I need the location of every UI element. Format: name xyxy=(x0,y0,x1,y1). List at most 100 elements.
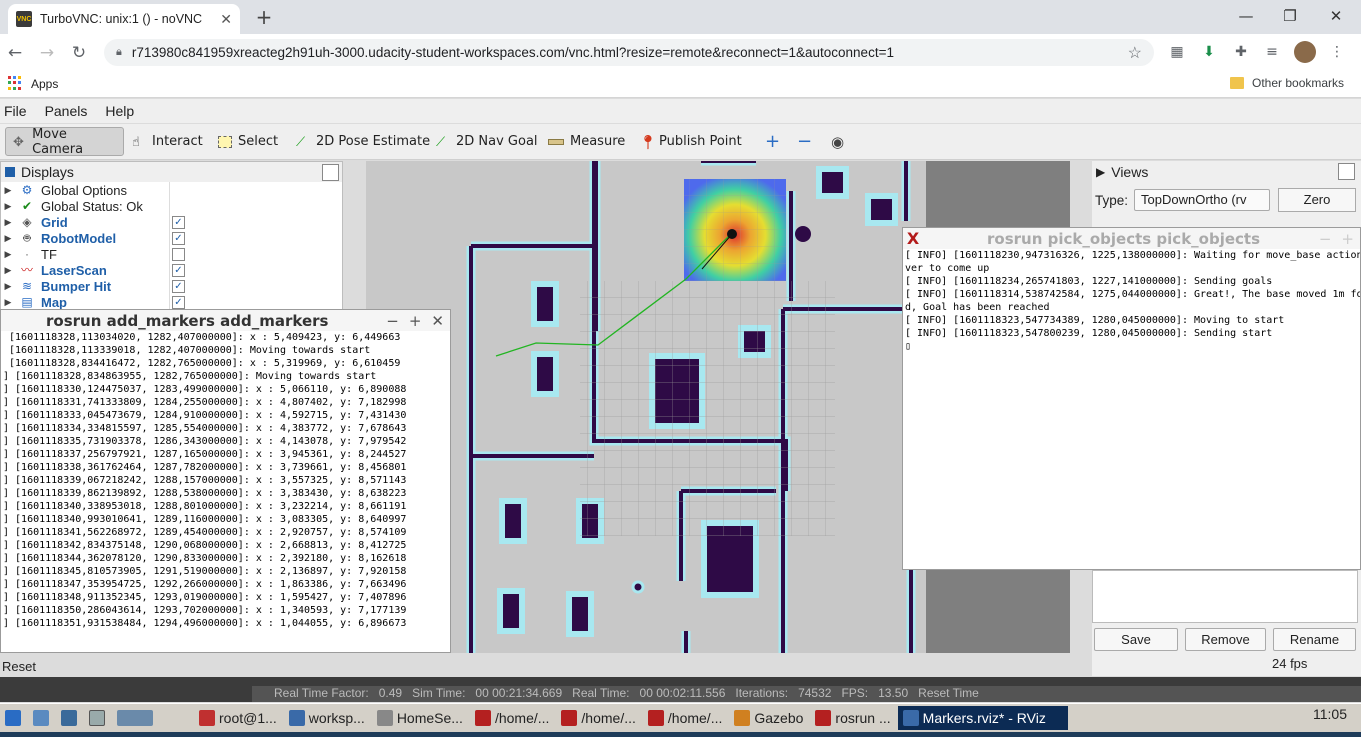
taskbar-item-terminal-root[interactable]: root@1... xyxy=(194,706,282,730)
kebab-menu-icon[interactable]: ⋮ xyxy=(1328,43,1346,61)
close-tab-icon[interactable]: ✕ xyxy=(220,11,232,28)
tool-measure[interactable]: Measure xyxy=(541,127,632,156)
back-icon[interactable]: ← xyxy=(4,42,26,64)
menu-file[interactable]: File xyxy=(4,103,27,119)
expand-arrow-icon[interactable]: ▶ xyxy=(1,201,15,212)
display-item-bumper-hit[interactable]: ▶ ≋ Bumper Hit ✓ xyxy=(1,278,342,294)
maximize-icon[interactable]: + xyxy=(1341,230,1354,248)
display-item-tf[interactable]: ▶ · TF xyxy=(1,246,342,262)
apps-grid-icon[interactable] xyxy=(8,76,22,90)
display-item-global-options[interactable]: ▶ ⚙ Global Options xyxy=(1,182,342,198)
taskbar-item-home-terminal-3[interactable]: /home/... xyxy=(643,706,727,730)
profile-avatar[interactable] xyxy=(1294,41,1316,63)
green-arrow-icon: ⟋ xyxy=(296,134,306,150)
extension-download-icon[interactable]: ⬇ xyxy=(1200,43,1218,61)
app-icon xyxy=(474,710,491,726)
tool-publish-point[interactable]: 📍︎ Publish Point xyxy=(632,127,749,156)
expand-arrow-icon[interactable]: ▶ xyxy=(1,233,15,244)
views-float-checkbox[interactable] xyxy=(1338,163,1355,180)
tool-interact[interactable]: ☝ Interact xyxy=(125,127,210,156)
gazebo-status-bar: Real Time Factor: 0.49 Sim Time: 00 00:2… xyxy=(252,686,1361,702)
display-enable-checkbox[interactable]: ✓ xyxy=(172,215,185,229)
iterations-value: 74532 xyxy=(798,686,832,700)
zero-button[interactable]: Zero xyxy=(1278,188,1356,212)
maximize-icon[interactable]: + xyxy=(409,312,422,330)
app-icon xyxy=(902,710,919,726)
forward-icon[interactable]: → xyxy=(36,42,58,64)
display-item-grid[interactable]: ▶ ◈ Grid ✓ xyxy=(1,214,342,230)
terminal-titlebar[interactable]: X rosrun pick_objects pick_objects − + xyxy=(903,228,1360,249)
tool-2d-nav-goal[interactable]: ⟋ 2D Nav Goal xyxy=(429,127,545,156)
remove-view-button[interactable]: Remove xyxy=(1185,628,1266,651)
terminal-titlebar[interactable]: rosrun add_markers add_markers − + ✕ xyxy=(1,310,450,331)
rename-view-button[interactable]: Rename xyxy=(1273,628,1356,651)
browser-tab[interactable]: VNC TurboVNC: unix:1 () - noVNC ✕ xyxy=(8,4,240,34)
add-tool-icon[interactable]: + xyxy=(758,127,787,156)
tool-2d-pose-estimate[interactable]: ⟋ 2D Pose Estimate xyxy=(289,127,437,156)
media-list-icon[interactable]: ≡ xyxy=(1263,43,1281,61)
taskbar-item-home-terminal-2[interactable]: /home/... xyxy=(556,706,640,730)
rtf-label: Real Time Factor: xyxy=(274,686,369,700)
apps-bookmark[interactable]: Apps xyxy=(31,77,58,91)
expand-arrow-icon[interactable]: ▶ xyxy=(1,249,15,260)
display-item-robotmodel[interactable]: ▶ 🤖︎ RobotModel ✓ xyxy=(1,230,342,246)
close-icon[interactable]: ✕ xyxy=(431,312,444,330)
eye-view-icon[interactable]: ◉ xyxy=(824,127,851,156)
maximize-window-icon[interactable]: ❐ xyxy=(1270,4,1310,28)
display-item-map[interactable]: ▶ ▤ Map ✓ xyxy=(1,294,342,310)
display-enable-checkbox[interactable]: ✓ xyxy=(172,295,185,309)
display-enable-checkbox[interactable]: ✓ xyxy=(172,231,185,245)
file-manager-icon[interactable] xyxy=(28,706,54,730)
expand-arrow-icon[interactable]: ▶ xyxy=(1,185,15,196)
views-header: ▶ Views xyxy=(1092,161,1361,183)
expand-arrow-icon[interactable]: ▶ xyxy=(1,217,15,228)
taskbar-item-rosrun-terminal[interactable]: rosrun ... xyxy=(810,706,895,730)
qr-code-icon[interactable]: ▦ xyxy=(1168,43,1186,61)
terminal-line: [1601118328,834416472, 1282,765000000]: … xyxy=(3,358,401,369)
minimize-icon[interactable]: − xyxy=(386,312,399,330)
remove-tool-icon[interactable]: − xyxy=(790,127,819,156)
tool-move-camera[interactable]: ✥ Move Camera xyxy=(5,127,124,157)
bookmark-star-icon[interactable]: ☆ xyxy=(1128,43,1142,63)
taskbar-item-home-terminal-1[interactable]: /home/... xyxy=(470,706,554,730)
reset-button[interactable]: Reset xyxy=(0,656,44,678)
view-type-select[interactable]: TopDownOrtho (rv xyxy=(1134,189,1271,211)
taskbar-item-home-service[interactable]: HomeSe... xyxy=(372,706,468,730)
display-enable-checkbox[interactable] xyxy=(172,247,185,261)
display-enable-checkbox[interactable]: ✓ xyxy=(172,263,185,277)
window-icon[interactable] xyxy=(84,706,110,730)
start-menu-icon[interactable] xyxy=(0,706,26,730)
new-tab-button[interactable]: + xyxy=(252,5,276,29)
extensions-puzzle-icon[interactable]: ✚ xyxy=(1232,43,1250,61)
displays-header: Displays xyxy=(1,162,342,182)
other-bookmarks[interactable]: Other bookmarks xyxy=(1230,76,1344,90)
menu-help[interactable]: Help xyxy=(105,103,134,119)
reload-icon[interactable]: ↻ xyxy=(68,42,90,64)
expand-arrow-icon[interactable]: ▶ xyxy=(1,297,15,308)
display-enable-checkbox[interactable]: ✓ xyxy=(172,279,185,293)
taskbar-item-workspace-browser[interactable]: worksp... xyxy=(284,706,370,730)
terminal-line: ] [1601118333,045473679, 1284,910000000]… xyxy=(3,410,407,421)
reset-time-button[interactable]: Reset Time xyxy=(918,686,979,702)
taskbar-item-rviz-window[interactable]: Markers.rviz* - RViz xyxy=(897,706,1068,730)
display-item-label: TF xyxy=(41,246,57,262)
panel-float-checkbox[interactable] xyxy=(322,164,339,181)
minimize-window-icon[interactable]: — xyxy=(1226,4,1266,28)
minimize-icon[interactable]: − xyxy=(1319,230,1332,248)
taskbar-item-gazebo[interactable]: Gazebo xyxy=(729,706,808,730)
expand-arrow-icon[interactable]: ▶ xyxy=(1,265,15,276)
save-view-button[interactable]: Save xyxy=(1094,628,1178,651)
display-item-global-status-ok[interactable]: ▶ ✔ Global Status: Ok xyxy=(1,198,342,214)
workspace-switcher[interactable] xyxy=(112,706,192,730)
terminal-add-markers[interactable]: rosrun add_markers add_markers − + ✕ [16… xyxy=(0,309,451,653)
display-item-laserscan[interactable]: ▶ 〰 LaserScan ✓ xyxy=(1,262,342,278)
address-bar[interactable]: 🔒︎ r713980c841959xreacteg2h91uh-3000.uda… xyxy=(104,39,1154,66)
tool-select[interactable]: Select xyxy=(211,127,285,156)
terminal-launcher-icon[interactable] xyxy=(56,706,82,730)
expand-arrow-icon[interactable]: ▶ xyxy=(1,281,15,292)
saved-views-list[interactable] xyxy=(1092,570,1358,623)
app-icon xyxy=(288,710,305,726)
terminal-pick-objects[interactable]: X rosrun pick_objects pick_objects − + [… xyxy=(902,227,1361,570)
menu-panels[interactable]: Panels xyxy=(45,103,88,119)
close-window-icon[interactable]: ✕ xyxy=(1316,4,1356,28)
